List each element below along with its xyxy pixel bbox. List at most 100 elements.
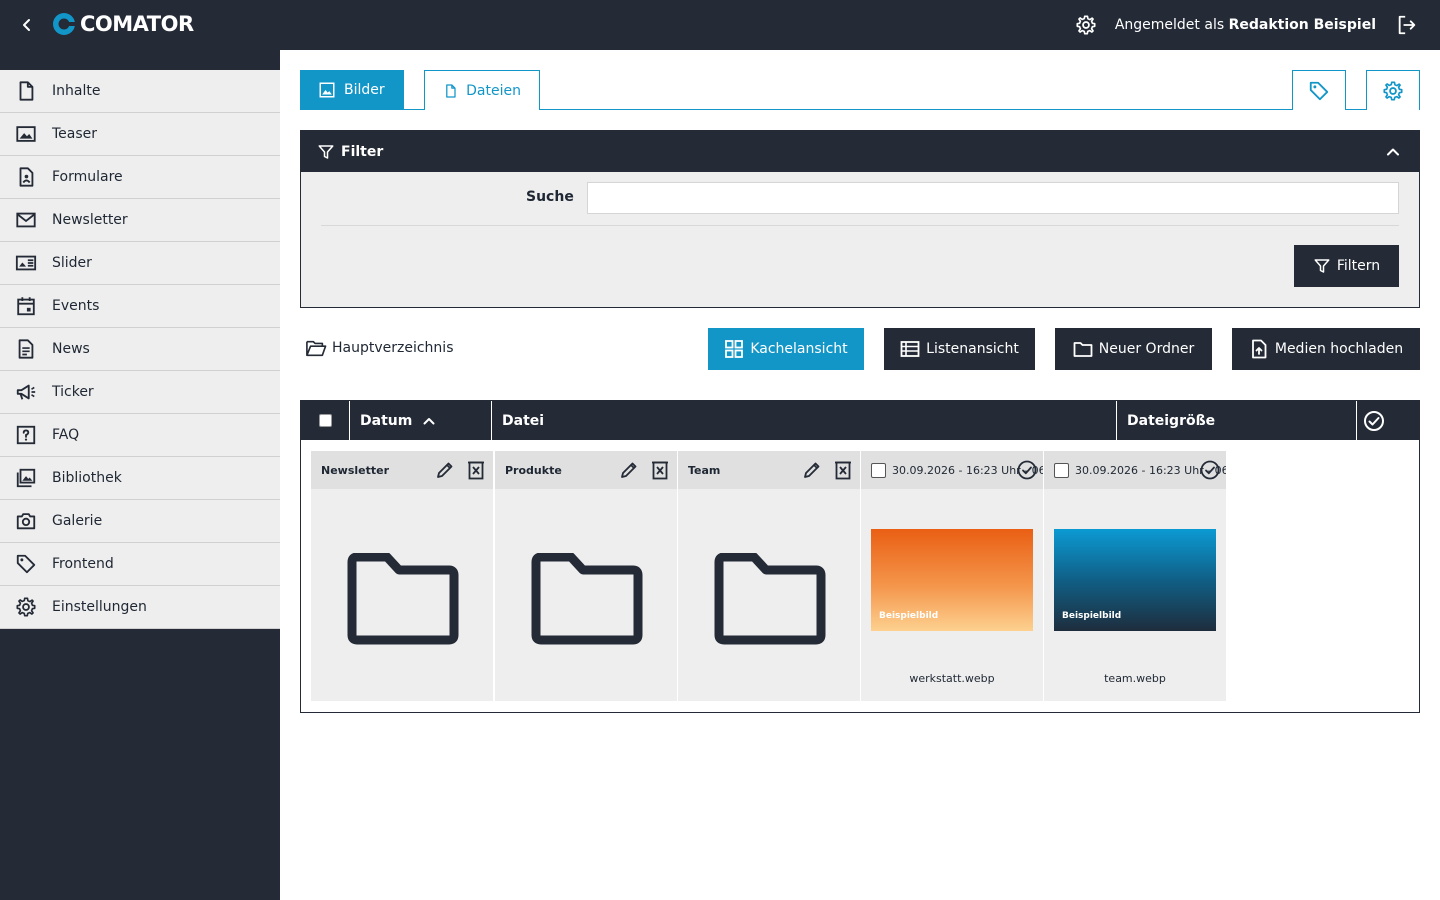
media-table: Datum Datei Dateigröße Newsletter Produk… — [300, 400, 1420, 713]
check-circle-icon[interactable] — [1017, 460, 1037, 480]
delete-icon[interactable] — [651, 460, 669, 480]
sidebar-item-news[interactable]: News — [0, 328, 280, 371]
sidebar-item-ticker[interactable]: Ticker — [0, 371, 280, 414]
image-icon — [319, 82, 335, 98]
logout-icon[interactable] — [1396, 14, 1418, 36]
delete-icon[interactable] — [834, 460, 852, 480]
folder-icon — [714, 553, 826, 645]
megaphone-icon — [16, 384, 36, 400]
check-circle-icon[interactable] — [1200, 460, 1220, 480]
file-icon — [19, 81, 34, 101]
pencil-icon[interactable] — [802, 460, 822, 480]
sidebar-item-label: Teaser — [52, 126, 98, 142]
filter-header[interactable]: Filter — [301, 131, 1419, 172]
sidebar-item-formulare[interactable]: Formulare — [0, 156, 280, 199]
column-header-file[interactable]: Datei — [492, 401, 1117, 440]
user-name: Redaktion Beispiel — [1228, 17, 1376, 33]
image-checkbox[interactable] — [871, 462, 886, 478]
tab-images[interactable]: Bilder — [300, 70, 404, 110]
logo-text: COMATOR — [80, 12, 194, 36]
search-input[interactable] — [587, 182, 1399, 214]
column-header-label: Datei — [502, 412, 545, 429]
sidebar-item-label: Newsletter — [52, 212, 128, 228]
image-tile[interactable]: 30.09.2026 - 16:23 Uhr - 06:22 Beispielb… — [1044, 451, 1226, 701]
sidebar-item-inhalte[interactable]: Inhalte — [0, 70, 280, 113]
sidebar-nav: Inhalte Teaser Formulare Newsletter Slid… — [0, 70, 280, 629]
sidebar-item-events[interactable]: Events — [0, 285, 280, 328]
gear-icon — [1383, 80, 1403, 101]
gear-icon[interactable] — [1075, 14, 1097, 36]
image-filename: team.webp — [1104, 672, 1166, 685]
pencil-icon[interactable] — [435, 460, 455, 480]
divider — [321, 225, 1399, 226]
sidebar-item-faq[interactable]: FAQ — [0, 414, 280, 457]
image-thumbnail[interactable]: Beispielbild — [871, 529, 1033, 631]
folder-name: Newsletter — [321, 463, 390, 477]
news-icon — [18, 339, 34, 359]
folder-tile[interactable]: Team — [678, 451, 860, 701]
column-header-label: Datum — [360, 412, 413, 429]
sidebar-item-einstellungen[interactable]: Einstellungen — [0, 586, 280, 629]
chevron-up-icon — [423, 417, 435, 424]
image-frame-icon — [16, 126, 36, 142]
calendar-icon — [17, 297, 35, 316]
funnel-icon — [1314, 259, 1330, 273]
tab-files[interactable]: Dateien — [424, 70, 540, 110]
sidebar-item-newsletter[interactable]: Newsletter — [0, 199, 280, 242]
tag-icon — [1309, 81, 1329, 100]
media-settings-button[interactable] — [1366, 70, 1420, 110]
question-icon — [16, 425, 36, 445]
upload-file-icon — [1251, 339, 1267, 359]
folder-tile[interactable]: Newsletter — [311, 451, 493, 701]
column-header-date[interactable]: Datum — [350, 401, 492, 440]
grid-icon — [725, 340, 744, 358]
tags-button[interactable] — [1292, 70, 1346, 110]
logo[interactable]: COMATOR — [52, 12, 194, 36]
filter-button[interactable]: Filtern — [1294, 245, 1399, 287]
sidebar-item-slider[interactable]: Slider — [0, 242, 280, 285]
upload-media-button[interactable]: Medien hochladen — [1232, 328, 1420, 370]
folder-tile[interactable]: Produkte — [495, 451, 677, 701]
filter-panel: Filter Suche Filtern — [300, 130, 1420, 308]
library-icon — [16, 468, 36, 488]
image-filename: werkstatt.webp — [909, 672, 995, 685]
tile-view-button[interactable]: Kachelansicht — [708, 328, 864, 370]
sidebar-item-label: FAQ — [52, 427, 80, 443]
search-label: Suche — [526, 189, 574, 205]
tab-files-label: Dateien — [466, 82, 521, 99]
chevron-left-icon[interactable] — [16, 13, 38, 37]
chevron-up-icon[interactable] — [1385, 144, 1401, 160]
funnel-icon — [318, 144, 334, 159]
breadcrumb-label: Hauptverzeichnis — [332, 340, 454, 356]
sidebar-item-frontend[interactable]: Frontend — [0, 543, 280, 586]
folder-open-icon — [306, 340, 327, 357]
select-all-checkbox[interactable] — [318, 414, 332, 427]
image-thumbnail[interactable]: Beispielbild — [1054, 529, 1216, 631]
sidebar-item-label: Einstellungen — [52, 599, 147, 615]
tile-header: 30.09.2026 - 16:23 Uhr - 06:22 — [1044, 451, 1226, 489]
logo-icon — [53, 13, 76, 35]
sidebar-item-label: Ticker — [52, 384, 94, 400]
sidebar-item-bibliothek[interactable]: Bibliothek — [0, 457, 280, 500]
column-header-select[interactable] — [1357, 401, 1419, 440]
folder-name: Produkte — [505, 463, 562, 477]
sidebar-item-label: Bibliothek — [52, 470, 122, 486]
new-folder-button[interactable]: Neuer Ordner — [1055, 328, 1212, 370]
column-header-size[interactable]: Dateigröße — [1117, 401, 1357, 440]
delete-icon[interactable] — [467, 460, 485, 480]
image-tile[interactable]: 30.09.2026 - 16:23 Uhr - 06:54 Beispielb… — [861, 451, 1043, 701]
sidebar-item-teaser[interactable]: Teaser — [0, 113, 280, 156]
image-checkbox[interactable] — [1054, 462, 1069, 478]
breadcrumb[interactable]: Hauptverzeichnis — [305, 338, 454, 358]
list-view-button[interactable]: Listenansicht — [884, 328, 1035, 370]
check-circle-icon — [1364, 410, 1384, 431]
mail-icon — [16, 212, 36, 228]
login-status: Angemeldet als Redaktion Beispiel — [1115, 17, 1376, 33]
tile-header: Newsletter — [311, 451, 493, 489]
tab-images-label: Bilder — [344, 82, 385, 98]
tile-header: Team — [678, 451, 860, 489]
pencil-icon[interactable] — [619, 460, 639, 480]
user-area: Angemeldet als Redaktion Beispiel — [1075, 0, 1418, 50]
list-view-label: Listenansicht — [926, 341, 1019, 357]
sidebar-item-galerie[interactable]: Galerie — [0, 500, 280, 543]
